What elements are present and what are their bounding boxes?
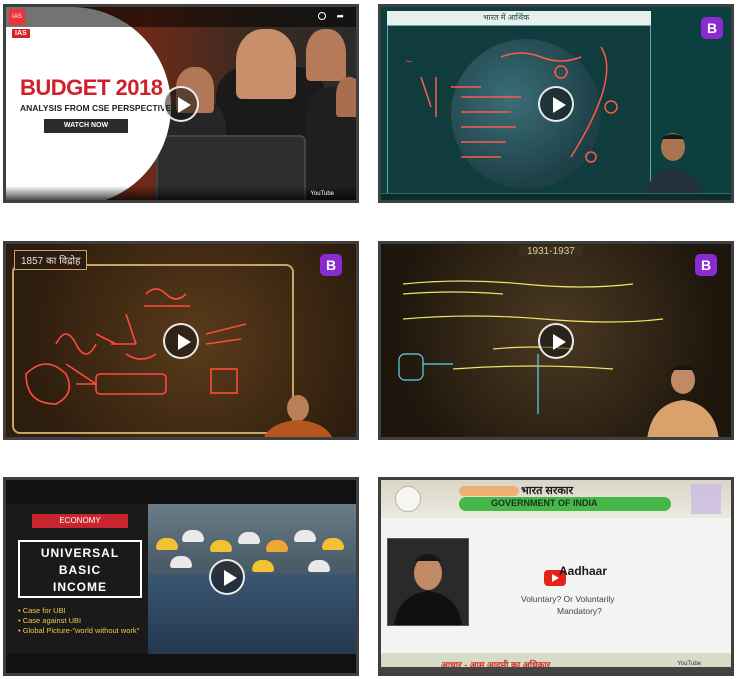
youtube-logo[interactable]: YouTube	[677, 661, 701, 667]
video-thumbnail-budget-2018[interactable]: IAS ➦ IAS BUDGET 2018 ANALYSIS FROM CSE …	[3, 4, 359, 203]
play-button-icon[interactable]	[538, 322, 574, 359]
helmet	[210, 540, 232, 552]
bullet-text: Global Picture-"world without work"	[22, 626, 140, 635]
person-face	[306, 29, 346, 81]
channel-logo	[691, 484, 721, 514]
topic-box: UNIVERSAL BASIC INCOME	[18, 540, 142, 598]
play-button-icon[interactable]	[163, 85, 199, 122]
hindi-header: भारत सरकार	[521, 485, 574, 497]
video-top-bar	[6, 7, 356, 27]
tricolor-orange	[459, 486, 519, 496]
video-thumbnail-1931-1937[interactable]: 1931-1937 B	[378, 241, 734, 440]
helmet	[294, 530, 316, 542]
instructor-figure	[647, 365, 719, 437]
topic-line: INCOME	[53, 580, 107, 594]
video-thumbnail-bharat-arthik[interactable]: भारत में आर्थिक ~ B	[378, 4, 734, 203]
brand-logo: B	[695, 254, 717, 276]
board-title: 1931-1937	[519, 246, 583, 257]
bullet-item: • Case against UBI	[18, 616, 82, 625]
helmet	[156, 538, 178, 550]
person-face	[336, 77, 356, 117]
helmet	[252, 560, 274, 572]
share-icon[interactable]: ➦	[336, 11, 344, 22]
workers-bodies	[148, 574, 356, 654]
player-controls[interactable]	[381, 193, 731, 200]
player-controls[interactable]	[6, 186, 356, 200]
board-scribbles	[420, 46, 618, 163]
play-button-icon[interactable]	[208, 558, 245, 595]
video-thumbnail-universal-basic-income[interactable]: ECONOMY UNIVERSAL BASIC INCOME • Case fo…	[3, 477, 359, 676]
video-title: Aadhaar	[559, 564, 608, 578]
bullet-text: Case against UBI	[22, 616, 82, 625]
video-question: Mandatory?	[557, 606, 602, 616]
video-headline: BUDGET 2018	[20, 75, 163, 100]
youtube-logo[interactable]: YouTube	[310, 191, 334, 197]
helmet	[322, 538, 344, 550]
channel-avatar[interactable]: IAS	[9, 9, 25, 25]
play-button-icon[interactable]	[163, 322, 199, 359]
player-controls[interactable]	[6, 655, 356, 673]
brand-logo: B	[701, 17, 723, 39]
video-thumbnail-1857-vidroh[interactable]: 1857 का विद्रोह B	[3, 241, 359, 440]
player-controls[interactable]	[381, 667, 731, 673]
bullet-item: • Global Picture-"world without work"	[18, 626, 140, 635]
channel-tag: IAS	[12, 29, 30, 38]
topic-line: UNIVERSAL	[40, 546, 120, 560]
video-subheadline: ANALYSIS FROM CSE PERSPECTIVE	[20, 103, 172, 113]
video-thumbnail-aadhaar[interactable]: भारत सरकार GOVERNMENT OF INDIA Aadhaar V…	[378, 477, 734, 676]
instructor-figure	[645, 133, 705, 200]
presenter-camera	[387, 538, 469, 626]
play-button-icon[interactable]	[538, 85, 574, 122]
presenter-figure	[394, 554, 462, 625]
board-title: 1857 का विद्रोह	[14, 250, 88, 270]
person-face	[236, 29, 296, 99]
government-banner: GOVERNMENT OF INDIA	[491, 498, 598, 508]
workers-photo	[148, 504, 356, 654]
section-tag: ECONOMY	[32, 514, 128, 528]
video-question: Voluntary? Or Voluntarily	[521, 594, 615, 604]
brand-logo: B	[320, 254, 342, 276]
topic-line: BASIC	[58, 563, 102, 577]
helmet	[308, 560, 330, 572]
bullet-text: Case for UBI	[22, 606, 66, 615]
helmet	[170, 556, 192, 568]
board-title: भारत में आर्थिक	[387, 11, 651, 25]
emblem-icon	[395, 486, 421, 512]
helmet	[238, 532, 260, 544]
watch-later-icon[interactable]	[318, 12, 326, 20]
watch-now-button[interactable]: WATCH NOW	[44, 119, 128, 133]
board-scribbles	[25, 288, 247, 405]
instructor-figure	[264, 395, 332, 437]
helmet	[266, 540, 288, 552]
bullet-item: • Case for UBI	[18, 606, 66, 615]
helmet	[182, 530, 204, 542]
